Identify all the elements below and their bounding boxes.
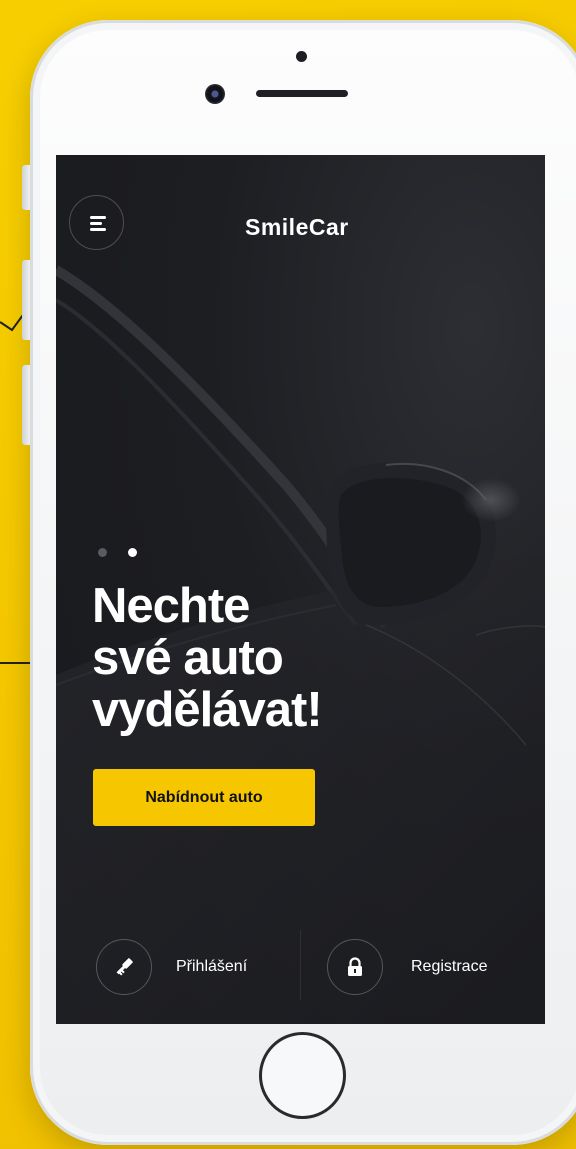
bottom-nav: Přihlášení Registrace [56, 925, 545, 1005]
register-label: Registrace [411, 958, 488, 975]
phone-side-button [22, 165, 30, 210]
login-icon-circle [96, 939, 152, 995]
front-camera [205, 84, 225, 104]
register-nav-item[interactable]: Registrace [327, 938, 487, 996]
slider-dot-1[interactable] [98, 548, 107, 557]
offer-car-button[interactable]: Nabídnout auto [93, 769, 315, 826]
headline-line-2: své auto [92, 631, 284, 685]
hero-headline: Nechte své auto vydělávat! [92, 580, 492, 736]
key-icon [116, 958, 133, 976]
logo-text-part: ar [326, 214, 349, 240]
background-canvas: SmileCar Nechte své auto vydělávat! Nabí… [0, 0, 576, 1149]
lock-icon [348, 957, 362, 976]
phone-volume-down-button [22, 365, 30, 445]
logo-text-part: C [308, 214, 326, 240]
phone-volume-up-button [22, 260, 30, 340]
slider-dot-2-active[interactable] [128, 548, 137, 557]
menu-button[interactable] [69, 195, 124, 250]
headline-line-3: vydělávat! [92, 683, 323, 737]
proximity-sensor [296, 51, 307, 62]
hamburger-menu-icon [90, 222, 102, 225]
home-button-icon[interactable] [259, 1032, 346, 1119]
logo-text-part: Smile [245, 214, 309, 240]
login-nav-item[interactable]: Přihlášení [96, 938, 247, 996]
register-icon-circle [327, 939, 383, 995]
earpiece-speaker [256, 90, 348, 97]
headline-line-1: Nechte [92, 579, 250, 633]
hamburger-menu-icon [90, 228, 106, 231]
hamburger-menu-icon [90, 216, 106, 219]
nav-divider [300, 930, 301, 1000]
smilecar-logo[interactable]: SmileCar [245, 213, 349, 241]
login-label: Přihlášení [176, 958, 248, 975]
app-screen: SmileCar Nechte své auto vydělávat! Nabí… [56, 155, 545, 1024]
decorative-line [0, 662, 30, 664]
